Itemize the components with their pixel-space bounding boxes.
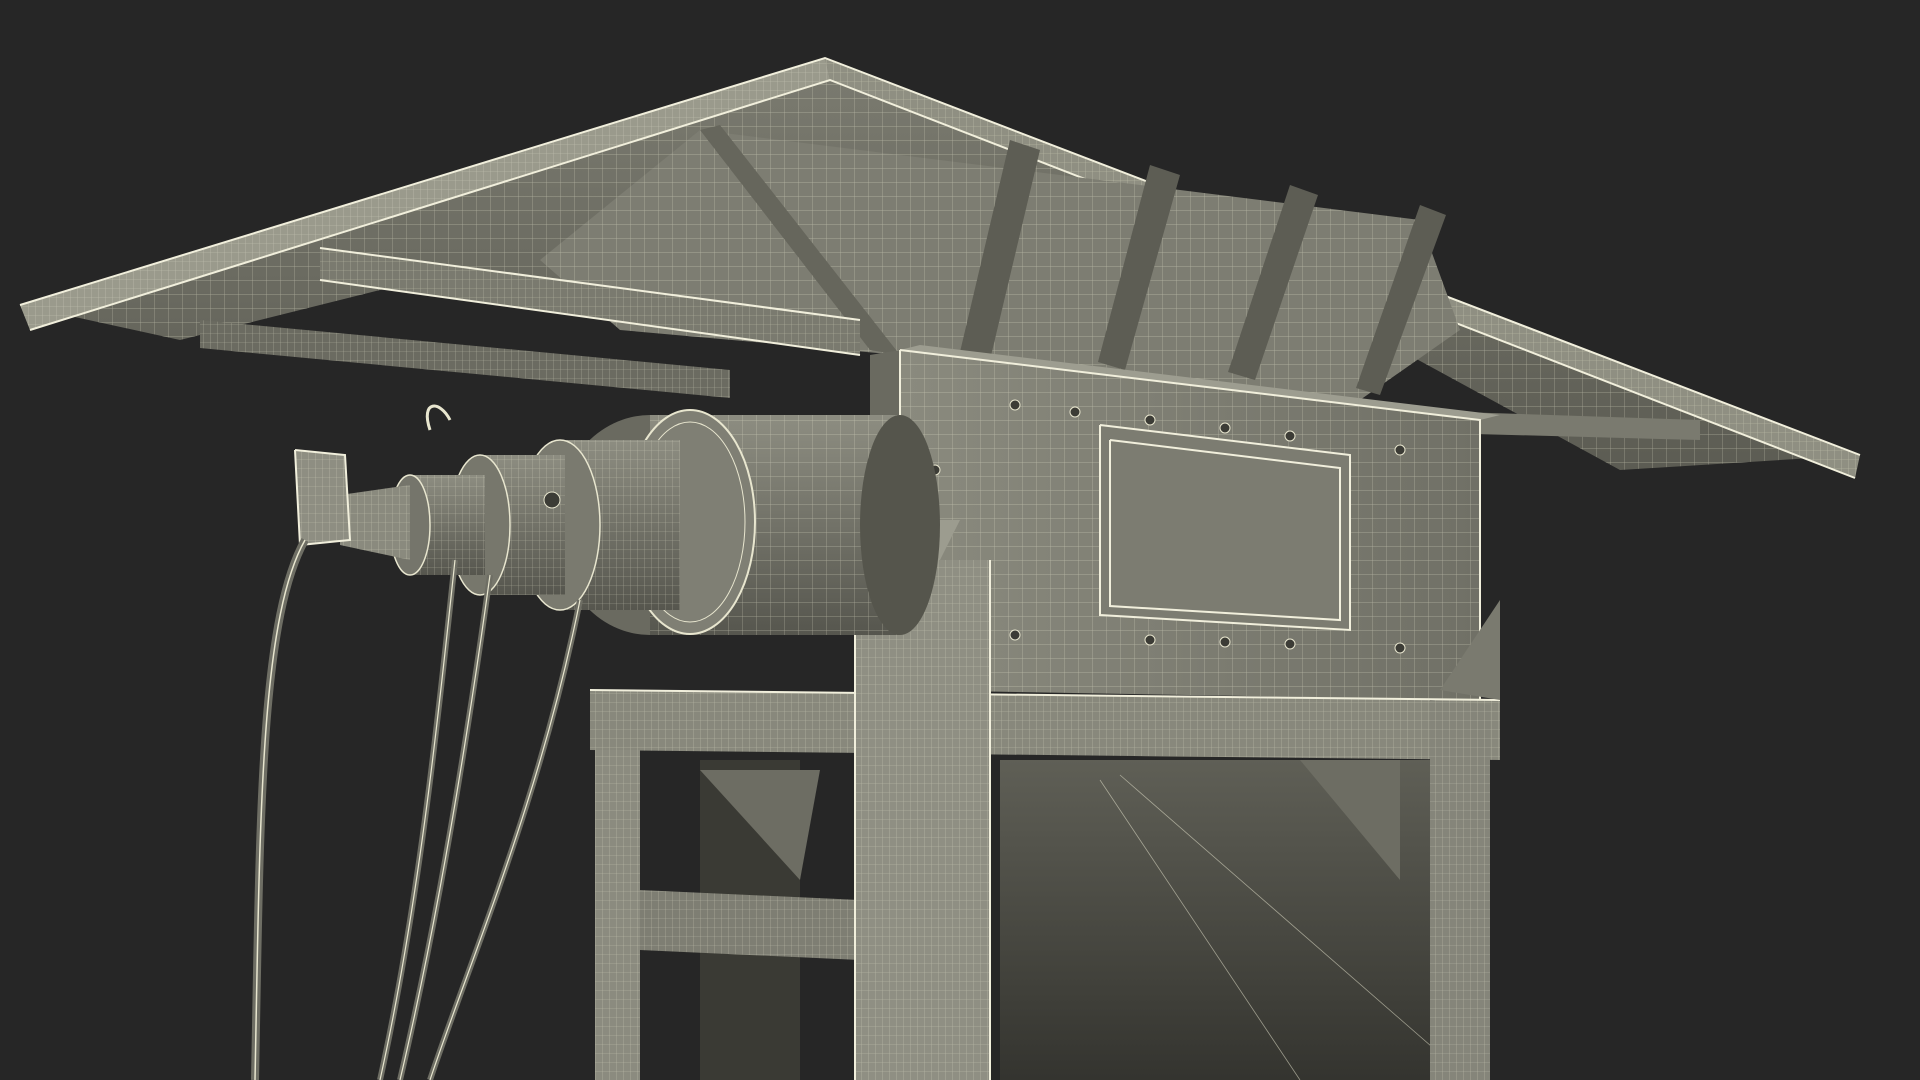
access-panel <box>1100 425 1350 630</box>
drive-motor <box>294 404 940 635</box>
discharge-chute <box>1000 760 1480 1080</box>
cables <box>251 538 583 1080</box>
wireframe-render <box>19 56 1861 1080</box>
